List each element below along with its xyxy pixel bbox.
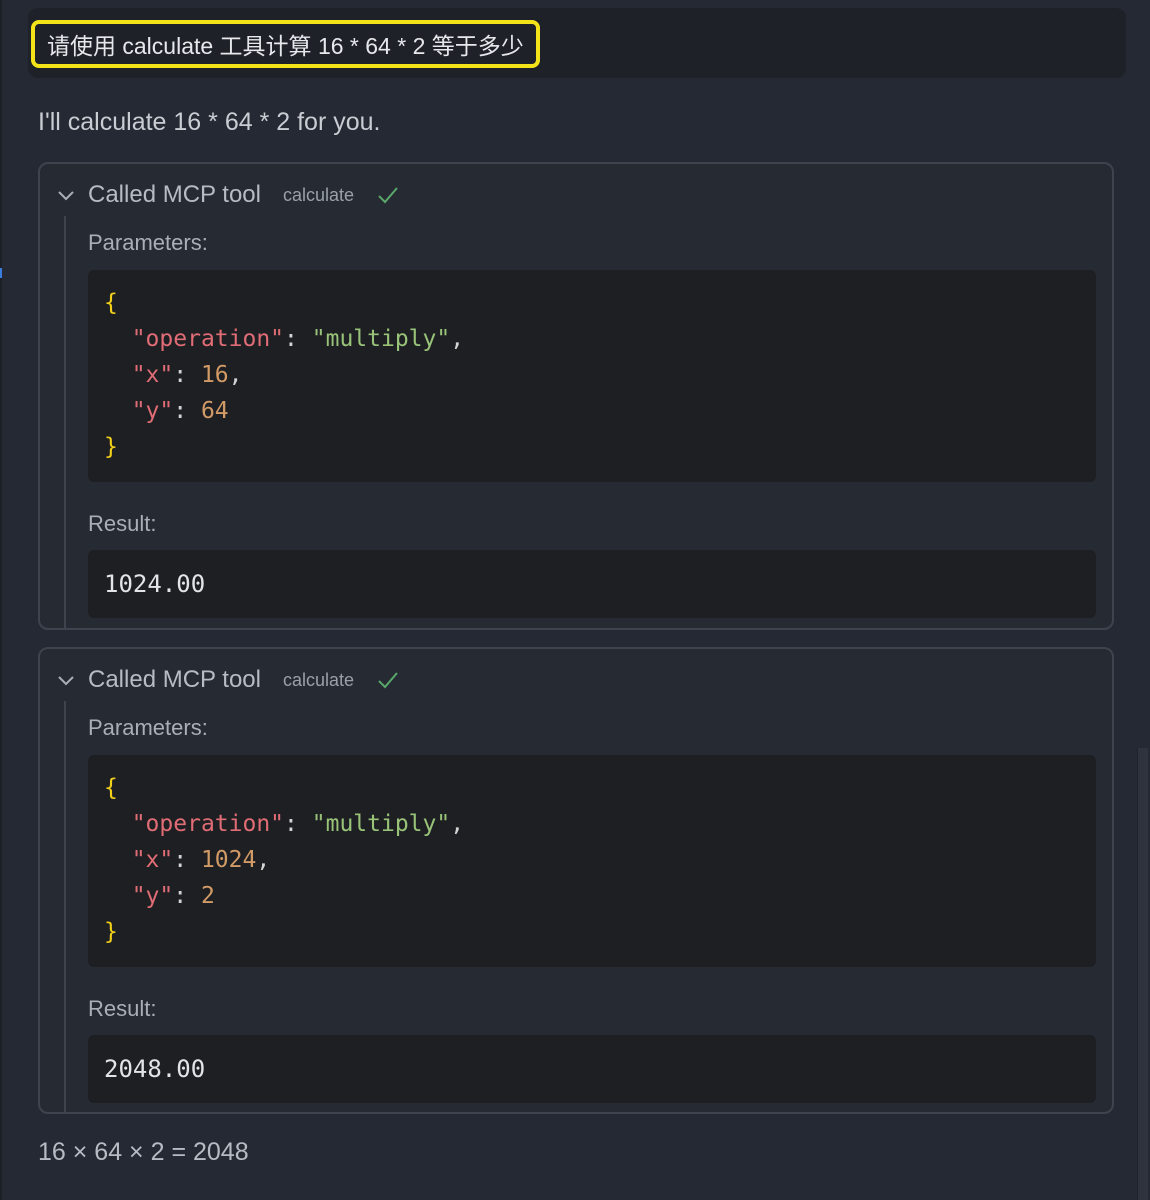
checkmark-icon — [378, 187, 398, 204]
param-operation-value: multiply — [325, 811, 437, 837]
panel-left-accent — [0, 268, 2, 278]
param-x-value: 1024 — [200, 847, 257, 873]
result-value: 2048.00 — [88, 1035, 1096, 1103]
param-operation-value: multiply — [325, 326, 437, 352]
tool-call-card: Called MCP tool calculate Parameters: { … — [38, 162, 1114, 630]
chevron-down-icon[interactable] — [56, 185, 76, 205]
tool-name-label: calculate — [282, 184, 355, 205]
tool-call-body: Parameters: { "operation": "multiply", "… — [64, 701, 1096, 1112]
assistant-intro-text: I'll calculate 16 * 64 * 2 for you. — [38, 108, 381, 136]
chat-panel: 请使用 calculate 工具计算 16 * 64 * 2 等于多少 I'll… — [0, 0, 1150, 1200]
tool-call-body: Parameters: { "operation": "multiply", "… — [64, 216, 1096, 628]
scrollbar-track[interactable] — [1136, 0, 1150, 1200]
parameters-code-block: { "operation": "multiply", "x": 1024, "y… — [88, 755, 1096, 967]
parameters-code-block: { "operation": "multiply", "x": 16, "y":… — [88, 270, 1096, 482]
tool-call-title: Called MCP tool — [88, 181, 261, 208]
result-label: Result: — [88, 511, 157, 536]
parameters-label: Parameters: — [88, 715, 208, 740]
tool-call-title: Called MCP tool — [88, 666, 261, 693]
result-label: Result: — [88, 996, 157, 1021]
scrollbar-thumb[interactable] — [1137, 748, 1148, 1200]
chevron-down-icon[interactable] — [56, 670, 76, 690]
tool-call-header[interactable]: Called MCP tool calculate — [56, 180, 400, 210]
checkmark-icon — [378, 672, 398, 689]
param-y-value: 64 — [200, 398, 229, 424]
panel-left-border — [0, 0, 2, 1200]
user-message-text: 请使用 calculate 工具计算 16 * 64 * 2 等于多少 — [31, 20, 540, 68]
tool-name-label: calculate — [282, 669, 355, 690]
tool-call-header[interactable]: Called MCP tool calculate — [56, 665, 400, 695]
param-x-value: 16 — [200, 362, 229, 388]
tool-call-card: Called MCP tool calculate Parameters: { … — [38, 647, 1114, 1114]
final-answer-text: 16 × 64 × 2 = 2048 — [38, 1138, 249, 1166]
result-value: 1024.00 — [88, 550, 1096, 618]
param-y-value: 2 — [200, 883, 215, 909]
parameters-label: Parameters: — [88, 230, 208, 255]
